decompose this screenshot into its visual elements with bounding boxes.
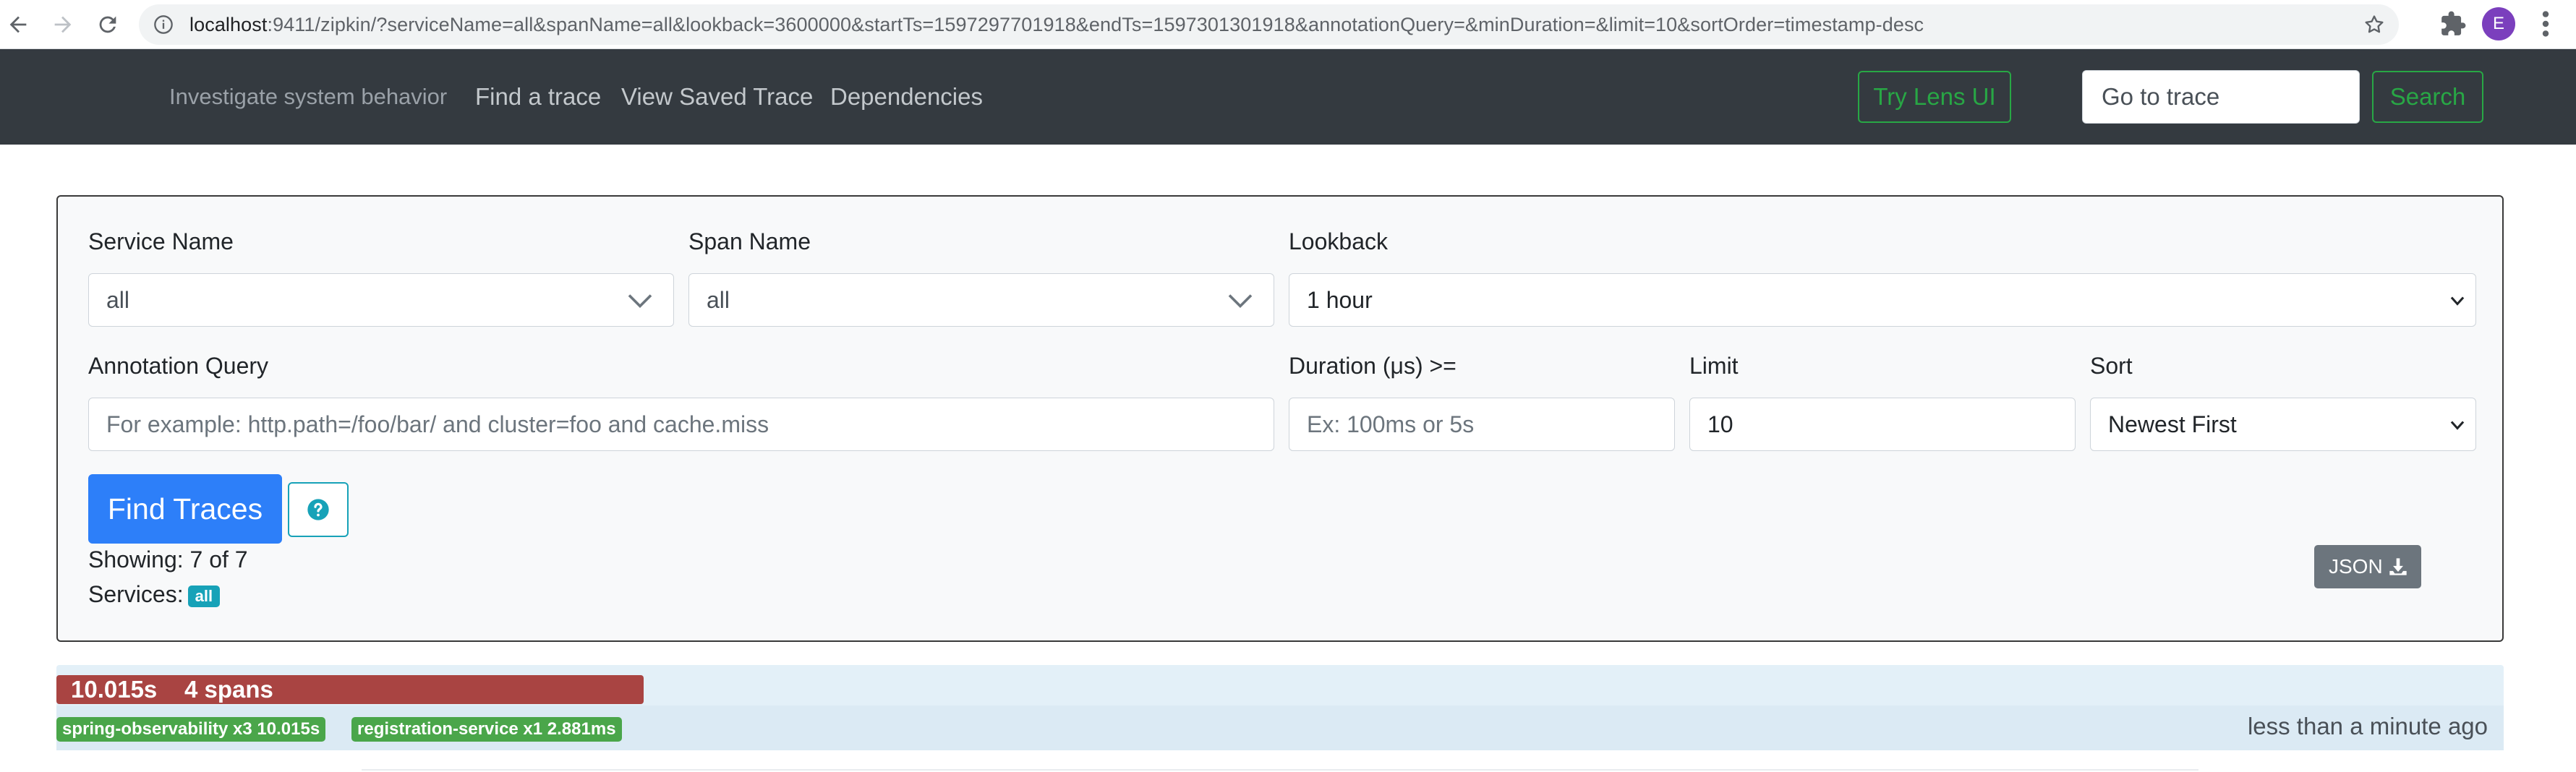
back-button[interactable] xyxy=(0,7,36,43)
reload-button[interactable] xyxy=(90,7,126,43)
app-navbar: Investigate system behavior Find a trace… xyxy=(0,49,2576,145)
trace-span-count: 4 spans xyxy=(184,676,273,703)
sort-value: Newest First xyxy=(2108,411,2237,437)
chevron-down-icon xyxy=(2450,421,2465,430)
trace-row-details[interactable]: spring-observability x3 10.015s registra… xyxy=(56,705,2504,750)
bookmark-star-icon[interactable] xyxy=(2363,13,2386,36)
search-form-card: Service Name all Span Name all Lookback … xyxy=(56,195,2504,642)
lookback-value: 1 hour xyxy=(1307,287,1373,313)
search-button[interactable]: Search xyxy=(2372,71,2483,123)
sort-label: Sort xyxy=(2090,353,2133,379)
service-name-label: Service Name xyxy=(88,228,234,254)
url-text: localhost:9411/zipkin/?serviceName=all&s… xyxy=(189,4,1924,45)
trace-duration-bar[interactable]: 10.015s 4 spans xyxy=(56,675,644,704)
trace-relative-time: less than a minute ago xyxy=(2247,713,2488,739)
forward-button[interactable] xyxy=(45,7,81,43)
browser-toolbar: localhost:9411/zipkin/?serviceName=all&s… xyxy=(0,0,2576,49)
showing-count: Showing: 7 of 7 xyxy=(88,546,248,572)
forward-arrow-icon xyxy=(54,16,72,33)
chevron-down-icon xyxy=(2450,296,2465,306)
service-name-select[interactable]: all xyxy=(88,273,674,327)
help-button[interactable] xyxy=(288,482,349,537)
reload-icon xyxy=(99,16,116,33)
services-badge: all xyxy=(187,585,221,607)
address-bar[interactable]: localhost:9411/zipkin/?serviceName=all&s… xyxy=(139,4,2399,45)
services-row: Services: all xyxy=(88,581,221,608)
try-lens-ui-button[interactable]: Try Lens UI xyxy=(1858,71,2011,123)
question-circle-icon xyxy=(307,499,329,520)
nav-dependencies[interactable]: Dependencies xyxy=(830,49,983,145)
nav-view-saved-trace[interactable]: View Saved Trace xyxy=(621,49,813,145)
sort-select[interactable]: Newest First xyxy=(2090,398,2476,451)
url-host: localhost xyxy=(189,14,268,35)
go-to-trace-input[interactable]: Go to trace xyxy=(2082,70,2360,124)
info-icon[interactable] xyxy=(153,14,174,35)
chevron-down-icon xyxy=(628,294,652,309)
trace-row-header[interactable]: 10.015s 4 spans xyxy=(56,665,2504,705)
limit-input[interactable]: 10 xyxy=(1689,398,2076,451)
download-icon xyxy=(2389,558,2407,575)
extensions-puzzle-icon[interactable] xyxy=(2439,10,2467,38)
lookback-select[interactable]: 1 hour xyxy=(1289,273,2476,327)
span-name-label: Span Name xyxy=(688,228,811,254)
back-arrow-icon xyxy=(9,16,27,33)
duration-label: Duration (μs) >= xyxy=(1289,353,1457,379)
service-name-value: all xyxy=(106,287,130,313)
nav-find-trace[interactable]: Find a trace xyxy=(475,49,601,145)
service-badge: spring-observability x3 10.015s xyxy=(56,717,326,742)
annotation-query-label: Annotation Query xyxy=(88,353,269,379)
divider xyxy=(362,769,2198,771)
more-menu-icon[interactable] xyxy=(2531,7,2560,40)
annotation-query-input[interactable]: For example: http.path=/foo/bar/ and clu… xyxy=(88,398,1274,451)
json-download-button[interactable]: JSON xyxy=(2314,545,2421,588)
url-path: :9411/zipkin/?serviceName=all&spanName=a… xyxy=(267,14,1924,35)
span-name-select[interactable]: all xyxy=(688,273,1274,327)
find-traces-button[interactable]: Find Traces xyxy=(88,474,282,544)
navbar-brand[interactable]: Investigate system behavior xyxy=(169,49,447,145)
span-name-value: all xyxy=(707,287,730,313)
trace-duration: 10.015s xyxy=(71,676,158,703)
services-label: Services: xyxy=(88,581,184,607)
chevron-down-icon xyxy=(1228,294,1253,309)
lookback-label: Lookback xyxy=(1289,228,1388,254)
duration-input[interactable]: Ex: 100ms or 5s xyxy=(1289,398,1675,451)
json-label: JSON xyxy=(2329,555,2383,578)
profile-avatar[interactable]: E xyxy=(2482,7,2515,40)
service-badge: registration-service x1 2.881ms xyxy=(351,717,622,742)
limit-label: Limit xyxy=(1689,353,1739,379)
